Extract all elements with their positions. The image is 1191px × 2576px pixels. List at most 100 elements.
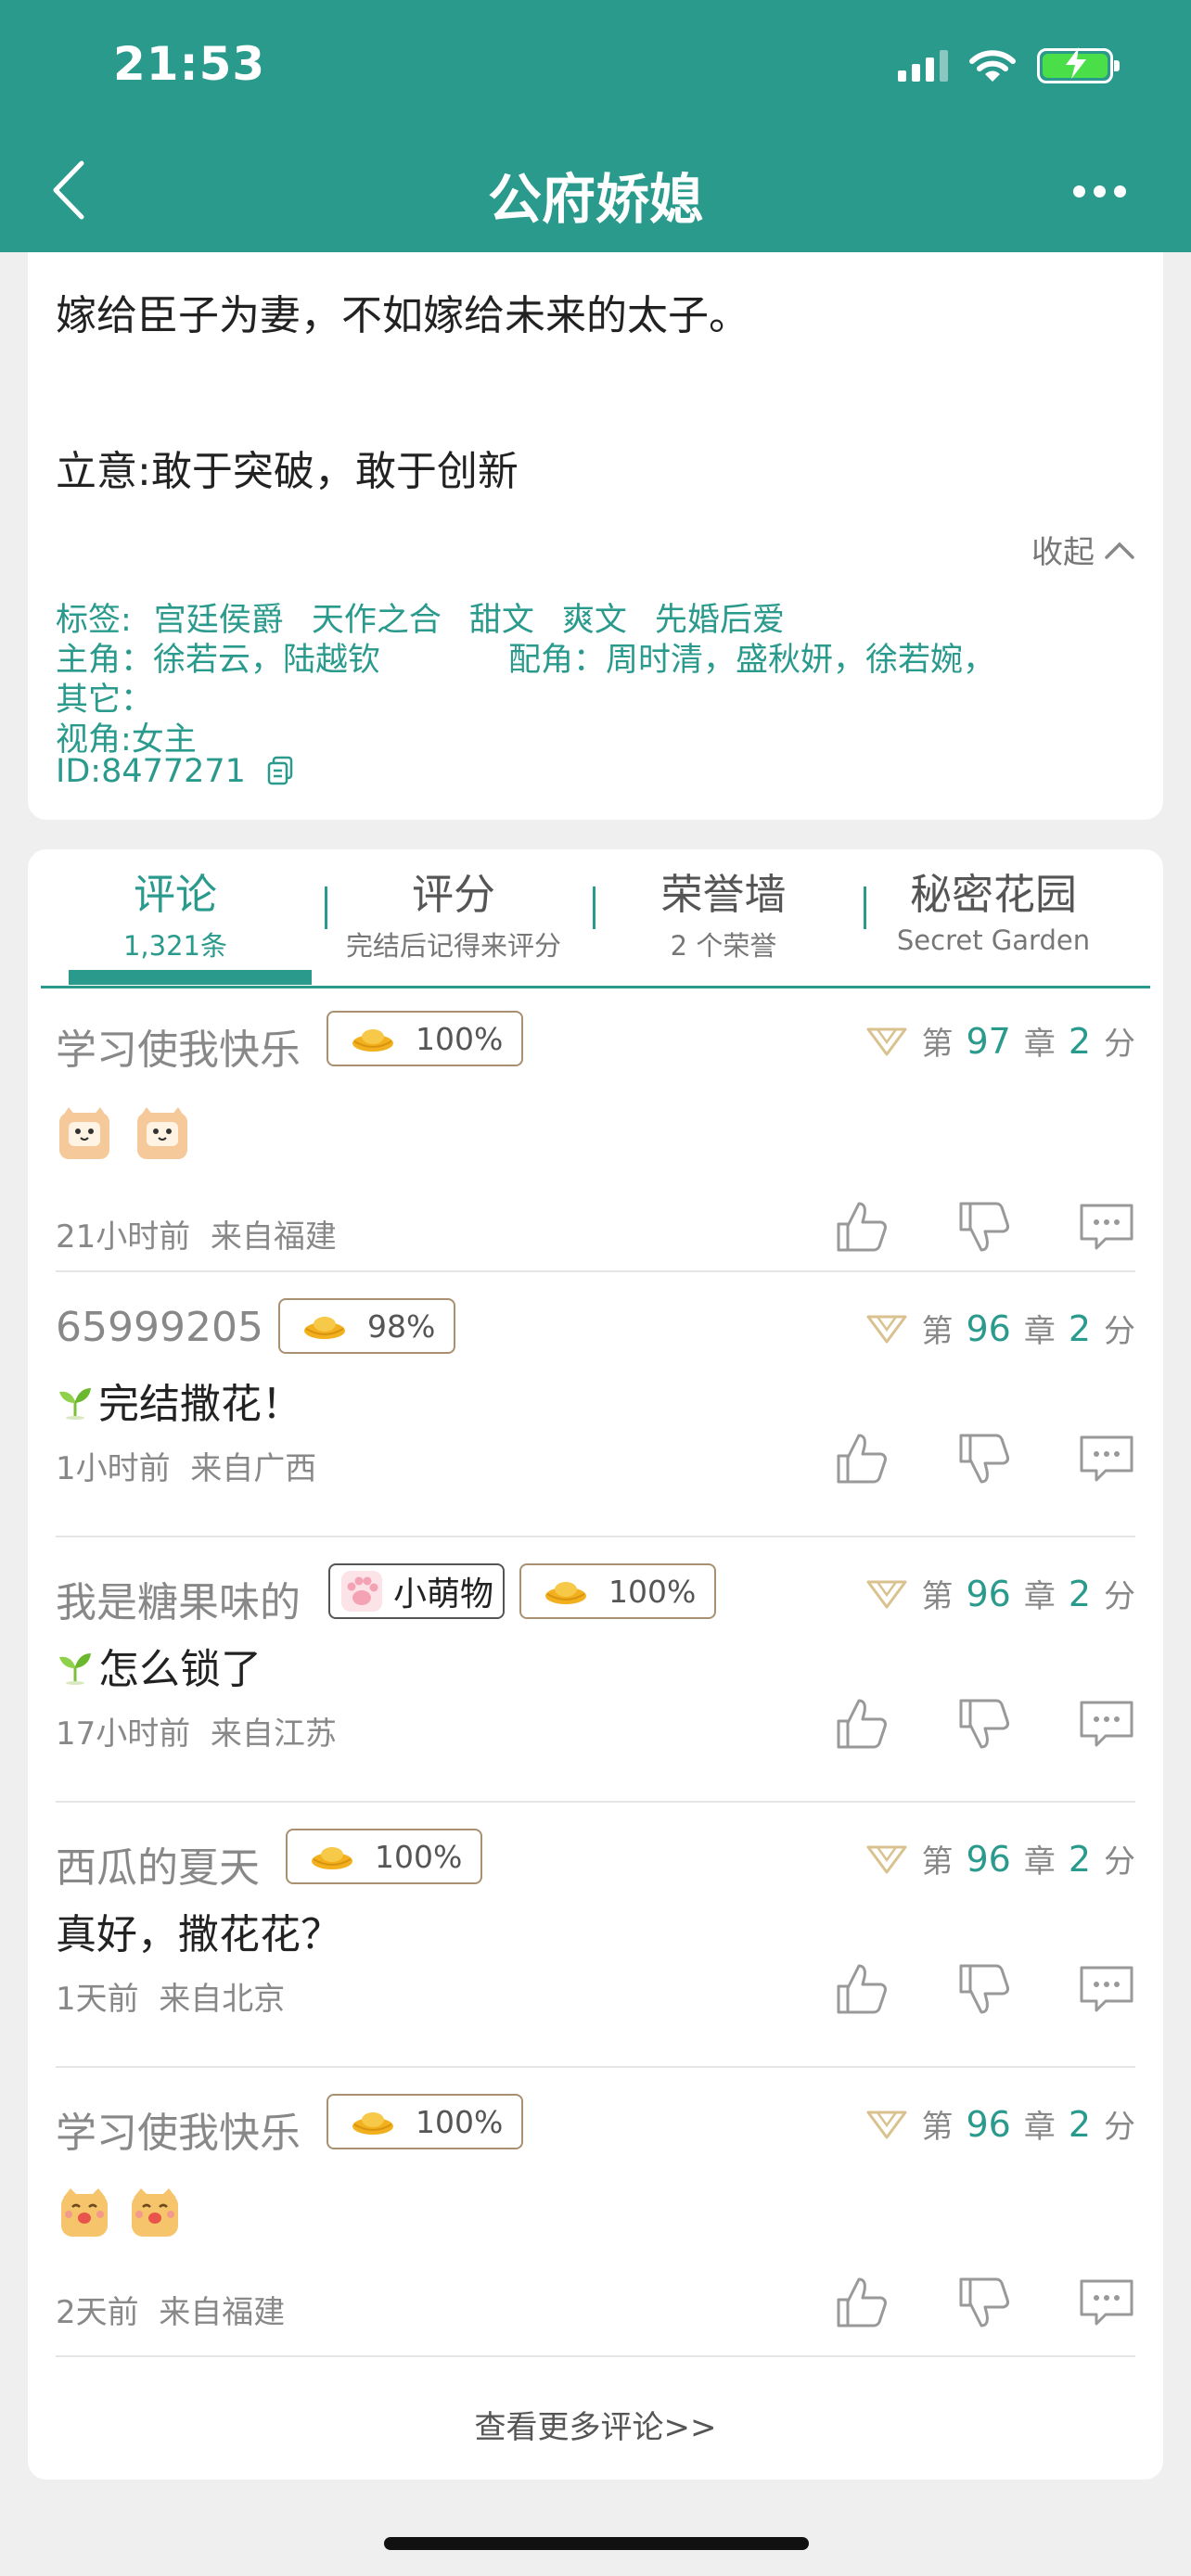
badge-percent: 100% xyxy=(375,1838,463,1875)
synopsis-line: 嫁给臣子为妻，不如嫁给未来的太子。 xyxy=(56,292,749,339)
score-suffix: 分 xyxy=(1104,1843,1135,1881)
more-icon[interactable] xyxy=(1073,185,1126,198)
comment-username[interactable]: 学习使我快乐 xyxy=(56,1016,301,1076)
tab-subtitle: 完结后记得来评分 xyxy=(345,930,561,962)
wifi-icon xyxy=(969,50,1016,82)
comment-score: 2 xyxy=(1068,1573,1091,1614)
chapter-mid: 章 xyxy=(1023,1313,1056,1350)
score-suffix: 分 xyxy=(1104,1026,1135,1063)
comment-username[interactable]: 65999205 xyxy=(56,1304,263,1351)
reply-icon[interactable] xyxy=(1078,1430,1135,1487)
reply-icon[interactable] xyxy=(1078,1198,1135,1256)
reply-icon[interactable] xyxy=(1078,1695,1135,1753)
more-comments-link[interactable]: 查看更多评论>> xyxy=(28,2402,1163,2447)
comment-meta: 17小时前 来自江苏 xyxy=(56,1708,337,1753)
comment-chapter: 第 97 章 2 分 xyxy=(865,1018,1135,1064)
thumbs-down-icon[interactable] xyxy=(955,2274,1013,2331)
comment-body: 怎么锁了 xyxy=(56,1636,262,1695)
comment-location: 来自江苏 xyxy=(210,1715,337,1753)
lead-names: 徐若云，陆越钦 xyxy=(153,642,381,679)
comment-divider xyxy=(56,2066,1135,2068)
gold-ingot-icon xyxy=(352,2112,393,2135)
comment-actions xyxy=(833,1695,1135,1753)
gold-ingot-icon xyxy=(352,1029,393,1052)
comment-chapter: 第 96 章 2 分 xyxy=(865,1571,1135,1616)
tab-title: 评论 xyxy=(133,870,217,919)
comment-divider xyxy=(56,2355,1135,2357)
collapse-label: 收起 xyxy=(1031,534,1095,571)
thumbs-down-icon[interactable] xyxy=(955,1198,1013,1256)
cat-face-emoji-icon xyxy=(137,1107,187,1159)
support-row: 配角：周时清，盛秋妍，徐若婉， xyxy=(508,633,995,681)
chevron-up-icon xyxy=(1105,542,1134,559)
thumbs-up-icon[interactable] xyxy=(833,1695,890,1753)
thumbs-down-icon[interactable] xyxy=(955,1430,1013,1487)
diamond-icon xyxy=(866,1315,907,1343)
chapter-mid: 章 xyxy=(1023,1843,1056,1881)
comment-username[interactable]: 学习使我快乐 xyxy=(56,2099,301,2159)
comment-meta: 21小时前 来自福建 xyxy=(56,1211,337,1256)
reply-icon[interactable] xyxy=(1078,2274,1135,2331)
comment-actions xyxy=(833,1960,1135,2018)
comment-username[interactable]: 西瓜的夏天 xyxy=(56,1834,260,1894)
chapter-mid: 章 xyxy=(1023,1026,1056,1063)
cat-face-emoji-icon xyxy=(59,1107,109,1159)
thumbs-down-icon[interactable] xyxy=(955,1960,1013,2018)
pet-badge-label: 小萌物 xyxy=(393,1575,494,1613)
status-time: 21:53 xyxy=(113,37,266,91)
comment-actions xyxy=(833,2274,1135,2331)
badge-percent: 100% xyxy=(608,1573,697,1610)
badge-percent: 100% xyxy=(416,1020,504,1057)
home-indicator[interactable] xyxy=(384,2537,809,2550)
comment-actions xyxy=(833,1198,1135,1256)
comment-chapter: 第 96 章 2 分 xyxy=(865,2101,1135,2147)
comment-meta: 2天前 来自福建 xyxy=(56,2287,285,2332)
tab-rating[interactable]: 评分 完结后记得来评分 xyxy=(319,861,588,963)
tab-subtitle: 2 个荣誉 xyxy=(670,930,777,962)
thumbs-down-icon[interactable] xyxy=(955,1695,1013,1753)
thumbs-up-icon[interactable] xyxy=(833,1430,890,1487)
thumbs-up-icon[interactable] xyxy=(833,2274,890,2331)
thumbs-up-icon[interactable] xyxy=(833,1198,890,1256)
comment-item: 65999205 98% 第 96 章 2 分 完结撒花！ 1小时前 来自广西 xyxy=(56,1298,1135,1517)
comment-divider xyxy=(56,1270,1135,1272)
tab-subtitle: Secret Garden xyxy=(896,925,1091,956)
chapter-mid: 章 xyxy=(1023,1578,1056,1615)
badge-percent: 98% xyxy=(367,1307,436,1345)
chapter-prefix: 第 xyxy=(921,1313,954,1350)
tab-comments[interactable]: 评论 1,321条 xyxy=(41,861,310,963)
comment-time: 2天前 xyxy=(56,2294,139,2331)
happy-cat-emoji-icon xyxy=(132,2188,178,2237)
chapter-prefix: 第 xyxy=(921,1578,954,1615)
id-row: ID:8477271 xyxy=(56,753,293,790)
collapse-button[interactable]: 收起 xyxy=(1031,527,1135,572)
comment-username[interactable]: 我是糖果味的 xyxy=(56,1569,301,1628)
copy-icon[interactable] xyxy=(267,756,293,785)
happy-cat-emoji-icon xyxy=(61,2188,108,2237)
signal-icon xyxy=(898,50,948,82)
comment-text: 怎么锁了 xyxy=(98,1646,262,1693)
comment-location: 来自广西 xyxy=(190,1450,317,1487)
support-label: 配角： xyxy=(508,642,607,679)
comment-chapter: 第 96 章 2 分 xyxy=(865,1306,1135,1351)
comment-score: 2 xyxy=(1068,1838,1091,1880)
tab-title: 荣誉墙 xyxy=(660,870,787,919)
comment-location: 来自北京 xyxy=(159,1981,286,2018)
support-names: 周时清，盛秋妍，徐若婉， xyxy=(606,642,996,679)
diamond-icon xyxy=(866,1027,907,1055)
comment-item: 我是糖果味的 小萌物 100% 第 96 章 2 分 怎么锁了 17小时前 来自江苏 xyxy=(56,1563,1135,1782)
top-bar: 21:53 公府娇媳 xyxy=(0,0,1191,252)
comment-score: 2 xyxy=(1068,2103,1091,2145)
fan-badge: 100% xyxy=(327,2094,524,2149)
tab-secret-garden[interactable]: 秘密花园 Secret Garden xyxy=(859,861,1128,956)
diamond-icon xyxy=(866,2111,907,2138)
tab-honor-wall[interactable]: 荣誉墙 2 个荣誉 xyxy=(589,861,858,963)
reply-icon[interactable] xyxy=(1078,1960,1135,2018)
comment-item: 西瓜的夏天 100% 第 96 章 2 分 真好，撒花花？ 1天前 来自北京 xyxy=(56,1829,1135,2047)
comment-item: 学习使我快乐 100% 第 97 章 2 分 21小时前 来自福建 xyxy=(56,1011,1135,1256)
comment-actions xyxy=(833,1430,1135,1487)
thumbs-up-icon[interactable] xyxy=(833,1960,890,2018)
comment-body: 真好，撒花花？ xyxy=(56,1901,341,1960)
diamond-icon xyxy=(866,1845,907,1873)
comment-item: 学习使我快乐 100% 第 96 章 2 分 2天前 来自福建 xyxy=(56,2094,1135,2340)
